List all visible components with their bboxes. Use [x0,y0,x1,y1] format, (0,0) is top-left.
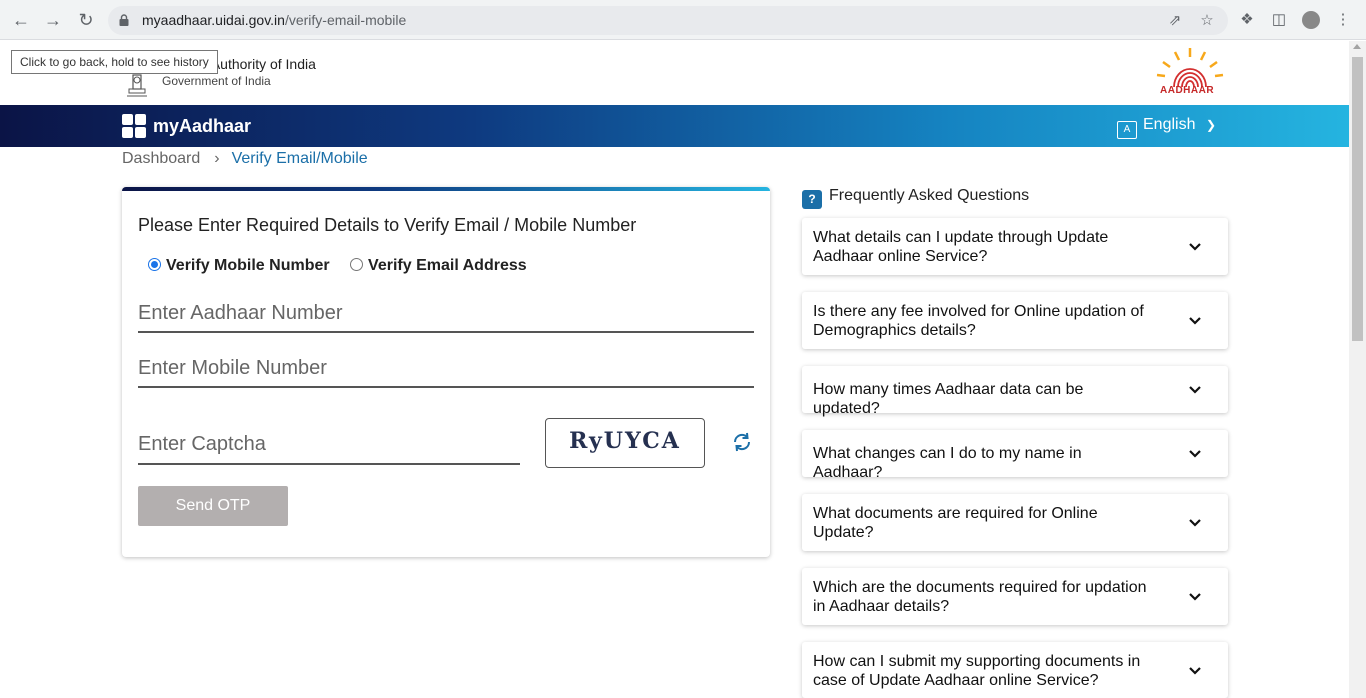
brand-name[interactable]: myAadhaar [153,116,251,137]
faq-question: Which are the documents required for upd… [813,579,1147,615]
gov-name: Government of India [162,74,271,88]
translate-icon: A [1117,121,1137,139]
captcha-image: RyUYCA [545,418,705,468]
chevron-down-icon [1189,386,1201,394]
faq-item[interactable]: How can I submit my supporting documents… [802,642,1228,698]
faq-question: What details can I update through Update… [813,229,1109,265]
main-navbar: myAadhaar A English ❯ [0,105,1349,147]
chevron-down-icon [1189,243,1201,251]
captcha-field [138,425,520,465]
chevron-down-icon [1189,450,1201,458]
radio-verify-mobile[interactable] [148,258,161,271]
form-title: Please Enter Required Details to Verify … [138,215,637,235]
faq-item[interactable]: What documents are required for Online U… [802,494,1228,551]
address-bar[interactable]: myaadhaar.uidai.gov.in/verify-email-mobi… [108,6,1228,35]
breadcrumb-current: Verify Email/Mobile [231,150,368,167]
chevron-down-icon [1189,593,1201,601]
radio-verify-email-label[interactable]: Verify Email Address [368,257,527,274]
send-otp-button[interactable]: Send OTP [138,486,288,526]
faq-question: What documents are required for Online U… [813,505,1098,541]
breadcrumb-dashboard[interactable]: Dashboard [122,150,200,167]
language-selector[interactable]: A English ❯ [1117,116,1216,139]
back-tooltip: Click to go back, hold to see history [11,50,218,74]
faq-heading-text: Frequently Asked Questions [829,187,1030,204]
forward-icon[interactable]: → [43,10,63,30]
mobile-number-field [138,350,754,388]
card-accent-bar [122,187,770,191]
faq-question: Is there any fee involved for Online upd… [813,303,1144,339]
chevron-down-icon: ❯ [1205,118,1216,132]
apps-grid-icon[interactable] [122,114,146,138]
side-panel-icon[interactable]: ◫ [1270,11,1288,29]
chevron-down-icon [1189,317,1201,325]
radio-verify-email[interactable] [350,258,364,271]
reload-icon[interactable]: ↻ [76,10,96,30]
refresh-captcha-icon[interactable] [731,431,753,453]
profile-avatar[interactable] [1302,11,1320,29]
url-text: myaadhaar.uidai.gov.in/verify-email-mobi… [142,12,407,28]
faq-item[interactable]: How many times Aadhaar data can be updat… [802,366,1228,417]
faq-item[interactable]: Is there any fee involved for Online upd… [802,292,1228,349]
language-label: English [1143,116,1196,133]
scrollbar-thumb[interactable] [1352,57,1363,341]
breadcrumb-separator: › [214,150,220,167]
verify-form-card: Please Enter Required Details to Verify … [122,187,770,557]
mobile-number-input[interactable] [138,350,754,386]
faq-item[interactable]: What changes can I do to my name in Aadh… [802,430,1228,481]
back-icon[interactable]: ← [11,10,31,30]
browser-toolbar: ← → ↻ myaadhaar.uidai.gov.in/verify-emai… [0,0,1366,40]
faq-item[interactable]: Which are the documents required for upd… [802,568,1228,625]
aadhaar-number-field [138,295,754,333]
menu-kebab-icon[interactable]: ⋮ [1334,11,1352,29]
scroll-up-icon[interactable] [1353,44,1361,49]
faq-question: What changes can I do to my name in Aadh… [813,445,1082,481]
chevron-down-icon [1189,519,1201,527]
extensions-icon[interactable]: ❖ [1238,11,1256,29]
aadhaar-logo-text: AADHAAR [1160,85,1215,96]
verify-type-radios: Verify Mobile Number Verify Email Addres… [148,257,543,275]
chevron-down-icon [1189,667,1201,675]
national-emblem-icon [127,74,147,97]
faq-heading: ? Frequently Asked Questions [802,187,1029,209]
faq-question: How many times Aadhaar data can be updat… [813,381,1084,417]
faq-question: How can I submit my supporting documents… [813,653,1141,689]
aadhaar-number-input[interactable] [138,295,754,331]
faq-item[interactable]: What details can I update through Update… [802,218,1228,275]
captcha-text: RyUYCA [569,428,681,454]
breadcrumb: Dashboard › Verify Email/Mobile [122,150,368,168]
radio-verify-mobile-label[interactable]: Verify Mobile Number [166,257,330,274]
lock-icon [119,14,129,26]
faq-question-icon: ? [802,190,822,209]
bookmark-star-icon[interactable]: ☆ [1198,12,1216,30]
captcha-input[interactable] [138,425,520,463]
share-icon[interactable]: ⇗ [1166,12,1184,30]
